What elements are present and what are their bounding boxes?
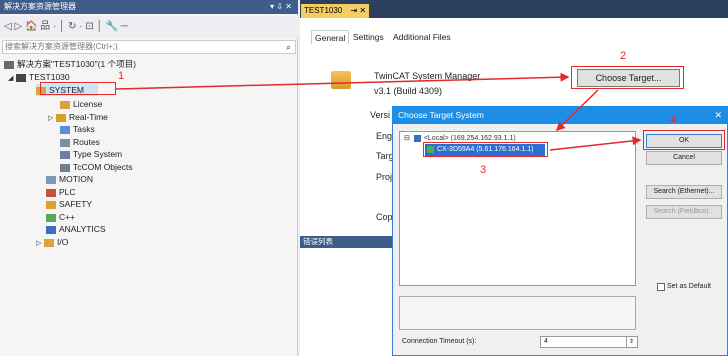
arrow-3 <box>549 136 642 151</box>
arrow-2 <box>555 89 599 132</box>
annotation-arrows <box>115 72 642 151</box>
arrow-1 <box>115 72 570 90</box>
